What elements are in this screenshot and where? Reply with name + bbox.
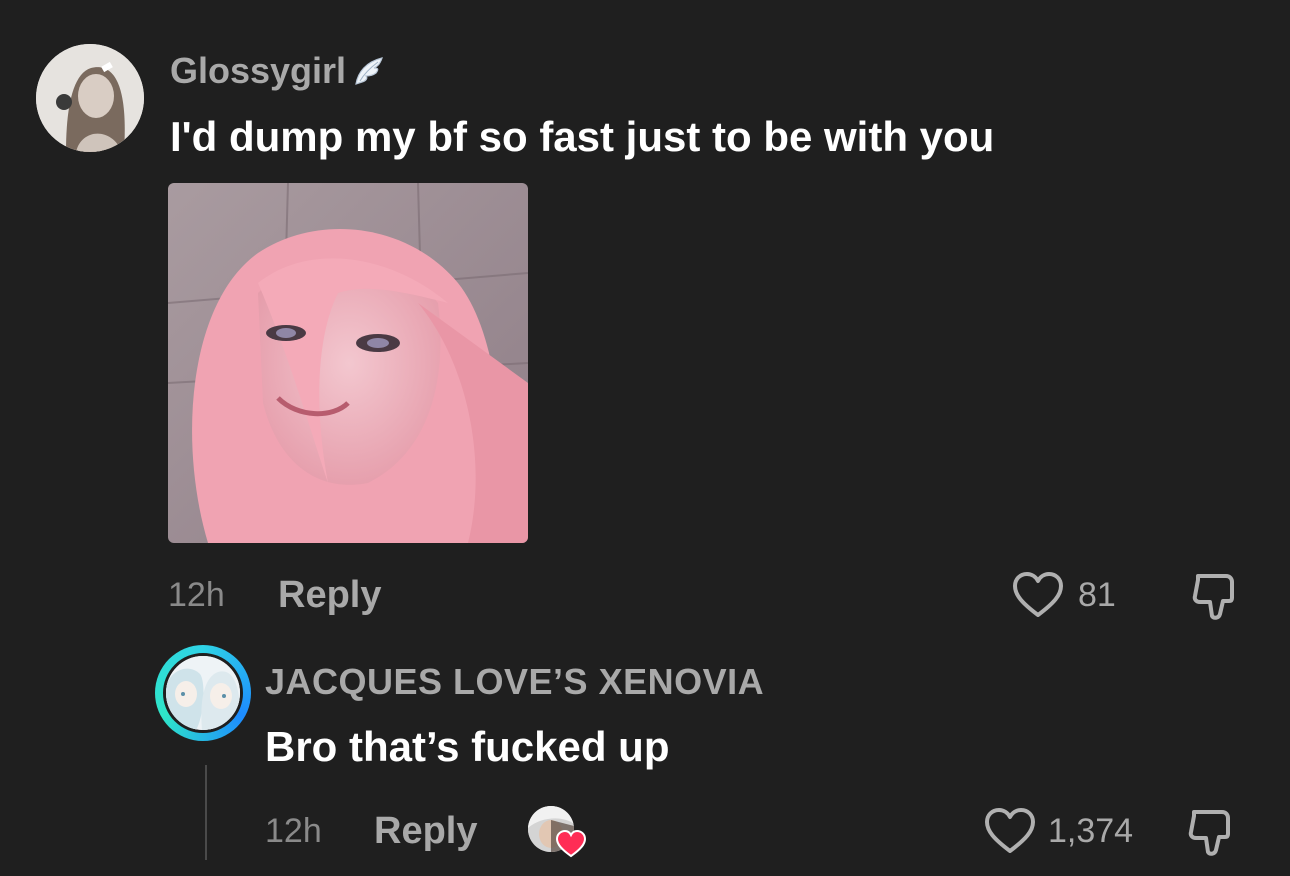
comment-timestamp: 12h [168,576,225,614]
commenter-username[interactable]: Glossygirl [170,50,346,92]
reply-avatar[interactable] [163,653,243,733]
creator-heart-badge-icon [556,830,586,858]
angel-wing-icon [355,57,383,85]
commenter-avatar[interactable] [36,44,144,152]
comment-attachment-image[interactable] [168,183,528,543]
like-count: 81 [1078,576,1116,614]
heart-like-icon[interactable] [984,807,1036,855]
thumbs-down-icon[interactable] [1186,806,1236,858]
reply-username[interactable]: JACQUES LOVE’S XENOVIA [265,660,764,704]
reply-button[interactable]: Reply [374,809,477,853]
thread-line [205,765,207,860]
pink-hair-face-image [168,183,528,543]
comment-text: I'd dump my bf so fast just to be with y… [170,113,995,160]
reply-timestamp: 12h [265,812,322,850]
heart-like-icon[interactable] [1012,571,1064,619]
anime-avatar [166,656,240,730]
avatar-photo [36,44,144,152]
like-count: 1,374 [1048,812,1134,850]
reply-text: Bro that’s fucked up [265,723,670,770]
thumbs-down-icon[interactable] [1190,570,1240,622]
commenter-username-row[interactable]: Glossygirl [170,50,386,92]
liked-by-creator-badge [528,806,586,858]
reply-button[interactable]: Reply [278,573,381,617]
